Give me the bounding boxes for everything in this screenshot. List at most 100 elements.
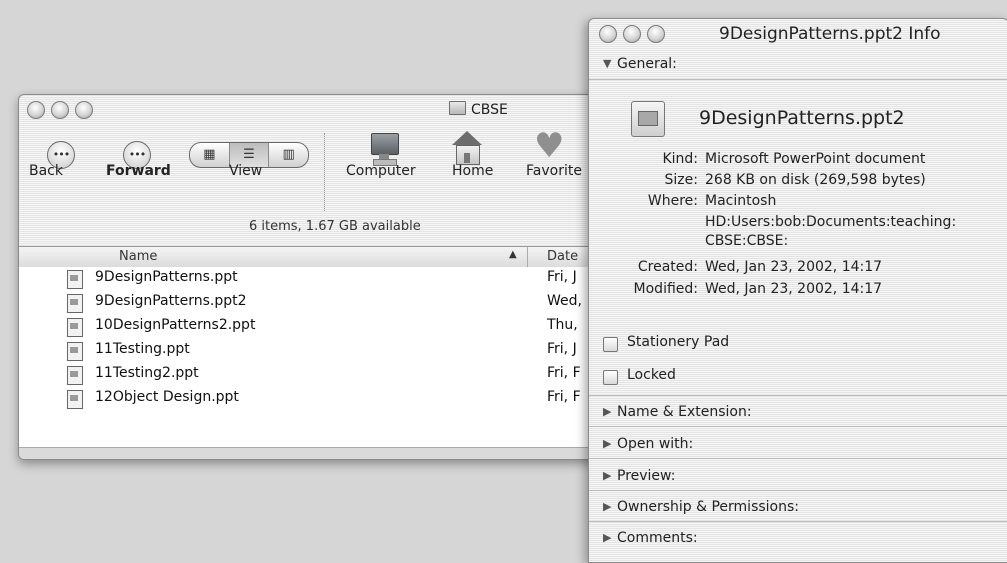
file-name: 9DesignPatterns.ppt2 <box>95 293 247 309</box>
finder-toolbar: ••• Back ••• Forward ▦ ☰ ▥ View Computer… <box>19 125 619 215</box>
file-list: 9DesignPatterns.ppt Fri, J 9DesignPatter… <box>19 267 619 447</box>
modified-key: Modified: <box>633 281 698 297</box>
section-divider <box>589 490 1007 491</box>
finder-titlebar[interactable]: CBSE <box>19 95 619 125</box>
section-divider <box>589 521 1007 522</box>
open-with-label: Open with: <box>617 436 694 452</box>
favorites-label[interactable]: Favorite <box>526 163 582 179</box>
info-window-title: 9DesignPatterns.ppt2 Info <box>719 24 941 44</box>
ownership-permissions-section-toggle[interactable]: ▶ Ownership & Permissions: <box>589 499 1007 521</box>
file-date: Fri, J <box>547 341 577 357</box>
file-row[interactable]: 10DesignPatterns2.ppt Thu, <box>19 315 619 339</box>
home-icon[interactable] <box>452 131 482 165</box>
name-extension-section-toggle[interactable]: ▶ Name & Extension: <box>589 404 1007 426</box>
minimize-button[interactable] <box>51 101 69 119</box>
powerpoint-file-icon <box>67 294 83 313</box>
icon-view-icon[interactable]: ▦ <box>190 143 230 167</box>
powerpoint-file-icon <box>67 390 83 409</box>
file-date: Fri, F <box>547 389 581 405</box>
info-window-controls <box>599 25 671 47</box>
window-controls <box>27 101 99 123</box>
preview-section-toggle[interactable]: ▶ Preview: <box>589 468 1007 490</box>
powerpoint-document-icon <box>631 101 665 137</box>
locked-checkbox[interactable] <box>603 370 618 385</box>
powerpoint-file-icon <box>67 270 83 289</box>
created-value: Wed, Jan 23, 2002, 14:17 <box>705 259 883 275</box>
zoom-button[interactable] <box>75 101 93 119</box>
file-date: Wed, <box>547 293 582 309</box>
where-value-line2: HD:Users:bob:Documents:teaching: <box>705 214 957 230</box>
zoom-button[interactable] <box>647 25 665 43</box>
info-titlebar[interactable]: 9DesignPatterns.ppt2 Info <box>589 19 1007 49</box>
stationery-pad-checkbox[interactable] <box>603 337 618 352</box>
info-file-name: 9DesignPatterns.ppt2 <box>699 107 905 129</box>
info-window: 9DesignPatterns.ppt2 Info ▼ General: 9De… <box>588 18 1007 563</box>
close-button[interactable] <box>599 25 617 43</box>
file-row[interactable]: 11Testing2.ppt Fri, F <box>19 363 619 387</box>
sort-ascending-icon: ▲ <box>509 249 517 260</box>
file-name: 11Testing.ppt <box>95 341 190 357</box>
toolbar-separator <box>324 133 325 211</box>
powerpoint-file-icon <box>67 318 83 337</box>
finder-status-bar: 6 items, 1.67 GB available <box>19 219 619 237</box>
modified-value: Wed, Jan 23, 2002, 14:17 <box>705 281 883 297</box>
file-date: Fri, F <box>547 365 581 381</box>
finder-window-title: CBSE <box>449 101 508 118</box>
size-value: 268 KB on disk (269,598 bytes) <box>705 172 926 188</box>
disclosure-closed-icon: ▶ <box>603 437 612 450</box>
section-divider <box>589 395 1007 396</box>
file-date: Fri, J <box>547 269 577 285</box>
home-label[interactable]: Home <box>452 163 493 179</box>
general-label: General: <box>617 56 677 72</box>
section-divider <box>589 79 1007 80</box>
forward-label[interactable]: Forward <box>106 163 171 179</box>
size-key: Size: <box>664 172 698 188</box>
folder-icon <box>449 101 466 115</box>
ownership-permissions-label: Ownership & Permissions: <box>617 499 799 515</box>
preview-label: Preview: <box>617 468 676 484</box>
stationery-pad-label[interactable]: Stationery Pad <box>627 334 729 350</box>
name-extension-label: Name & Extension: <box>617 404 752 420</box>
locked-label[interactable]: Locked <box>627 367 676 383</box>
disclosure-closed-icon: ▶ <box>603 405 612 418</box>
kind-value: Microsoft PowerPoint document <box>705 151 926 167</box>
file-row[interactable]: 9DesignPatterns.ppt2 Wed, <box>19 291 619 315</box>
computer-icon[interactable] <box>369 133 399 167</box>
created-key: Created: <box>637 259 698 275</box>
comments-label: Comments: <box>617 530 698 546</box>
favorites-heart-icon[interactable]: ♥ <box>534 129 564 163</box>
disclosure-closed-icon: ▶ <box>603 531 612 544</box>
section-divider <box>589 458 1007 459</box>
name-column-header[interactable]: Name <box>119 249 157 264</box>
comments-section-toggle[interactable]: ▶ Comments: <box>589 530 1007 552</box>
list-header: Name ▲ Date <box>19 246 619 268</box>
disclosure-closed-icon: ▶ <box>603 469 612 482</box>
column-divider <box>527 247 528 267</box>
minimize-button[interactable] <box>623 25 641 43</box>
disclosure-open-icon: ▼ <box>603 57 612 70</box>
file-name: 12Object Design.ppt <box>95 389 239 405</box>
kind-key: Kind: <box>662 151 698 167</box>
computer-label[interactable]: Computer <box>346 163 416 179</box>
powerpoint-file-icon <box>67 366 83 385</box>
file-name: 11Testing2.ppt <box>95 365 199 381</box>
back-label[interactable]: Back <box>29 163 63 179</box>
file-row[interactable]: 9DesignPatterns.ppt Fri, J <box>19 267 619 291</box>
powerpoint-file-icon <box>67 342 83 361</box>
file-name: 10DesignPatterns2.ppt <box>95 317 256 333</box>
column-view-icon[interactable]: ▥ <box>269 143 308 167</box>
general-section-toggle[interactable]: ▼ General: <box>589 56 1007 78</box>
items-available-text: 6 items, 1.67 GB available <box>249 219 421 234</box>
view-label: View <box>229 163 263 179</box>
where-value-line1: Macintosh <box>705 193 777 209</box>
open-with-section-toggle[interactable]: ▶ Open with: <box>589 436 1007 458</box>
file-date: Thu, <box>547 317 578 333</box>
finder-bottom-bar <box>19 447 619 459</box>
file-row[interactable]: 12Object Design.ppt Fri, F <box>19 387 619 411</box>
section-divider <box>589 426 1007 427</box>
date-column-header[interactable]: Date <box>547 249 578 264</box>
disclosure-closed-icon: ▶ <box>603 500 612 513</box>
file-row[interactable]: 11Testing.ppt Fri, J <box>19 339 619 363</box>
finder-title-text: CBSE <box>471 102 508 118</box>
close-button[interactable] <box>27 101 45 119</box>
